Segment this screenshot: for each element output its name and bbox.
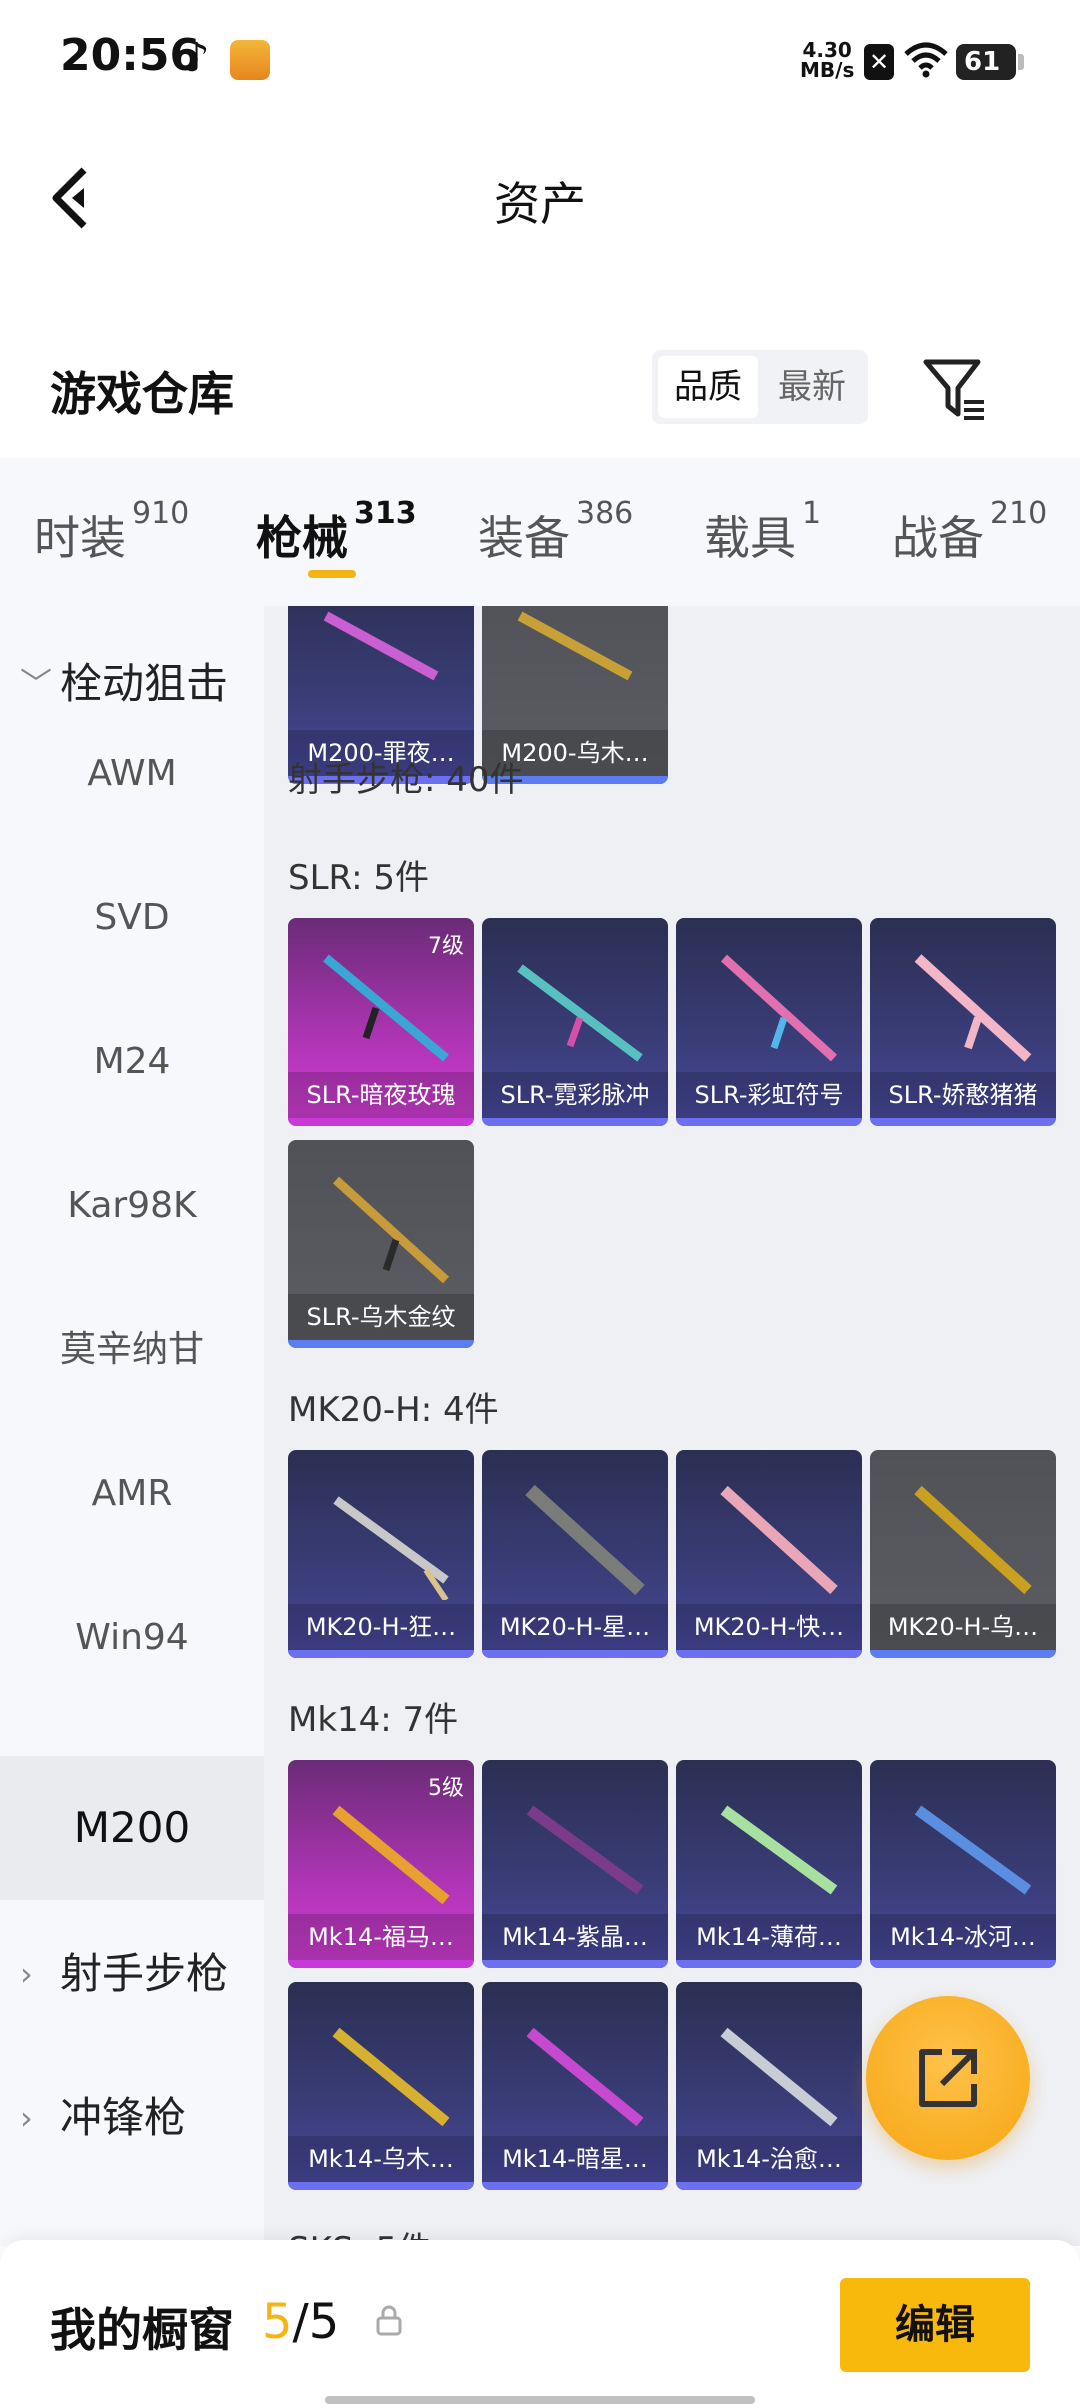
weapon-card-label: SLR-霓彩脉冲 xyxy=(482,1072,668,1118)
share-fab-button[interactable] xyxy=(866,1996,1030,2160)
weapon-card-label: Mk14-紫晶… xyxy=(482,1914,668,1960)
status-time: 20:56 xyxy=(60,30,201,81)
weapon-skin-image xyxy=(914,1485,1032,1595)
no-sim-icon: ✕ xyxy=(864,44,894,80)
weapon-card-label: MK20-H-星… xyxy=(482,1604,668,1650)
weapon-skin-image xyxy=(526,2027,644,2127)
weapon-card[interactable]: SLR-乌木金纹 xyxy=(288,1140,474,1348)
sidebar-item-amr[interactable]: AMR xyxy=(0,1422,264,1566)
weapon-card[interactable]: 5级 Mk14-福马… xyxy=(288,1760,474,1968)
section-mk20: MK20-H: 4件 xyxy=(288,1390,499,1430)
section-mk14: Mk14: 7件 xyxy=(288,1700,459,1740)
filter-icon[interactable] xyxy=(920,356,990,426)
tiktok-icon: ♪ xyxy=(184,35,210,81)
weapon-card[interactable]: MK20-H-星… xyxy=(482,1450,668,1658)
weapon-skin-image xyxy=(720,2027,838,2127)
sidebar-group-dmr[interactable]: › 射手步枪 xyxy=(0,1944,264,2004)
sidebar-item-m200[interactable]: M200 xyxy=(0,1756,264,1900)
weapon-card-label: Mk14-乌木… xyxy=(288,2136,474,2182)
battery-indicator: 61 xyxy=(956,44,1024,80)
weapon-card-label: Mk14-治愈… xyxy=(676,2136,862,2182)
weapon-card[interactable]: Mk14-治愈… xyxy=(676,1982,862,2190)
weapon-card[interactable]: SLR-彩虹符号 xyxy=(676,918,862,1126)
sidebar-item-m24[interactable]: M24 xyxy=(0,990,264,1134)
chevron-right-icon: › xyxy=(20,2099,33,2137)
lock-icon xyxy=(376,2305,402,2336)
weapon-card[interactable]: MK20-H-狂… xyxy=(288,1450,474,1658)
weapon-card-label: MK20-H-狂… xyxy=(288,1604,474,1650)
sort-toggle: 品质 最新 xyxy=(652,350,868,424)
sort-quality-button[interactable]: 品质 xyxy=(658,356,758,418)
weapon-card-label: MK20-H-快… xyxy=(676,1604,862,1650)
tab-supplies[interactable]: 战备 210 xyxy=(892,496,1047,568)
tab-costume[interactable]: 时装 910 xyxy=(34,496,189,568)
weapon-card-label: Mk14-暗星… xyxy=(482,2136,668,2182)
weapon-card-label: MK20-H-乌… xyxy=(870,1604,1056,1650)
share-external-icon xyxy=(919,2049,977,2107)
showcase-count: 5/5 xyxy=(262,2294,340,2350)
weapon-skin-image xyxy=(914,954,1032,1062)
weapon-skin-image xyxy=(332,1176,450,1284)
edit-button[interactable]: 编辑 xyxy=(840,2278,1030,2372)
tab-guns[interactable]: 枪械 313 xyxy=(256,496,417,568)
weapon-card-label: Mk14-薄荷… xyxy=(676,1914,862,1960)
warehouse-title: 游戏仓库 xyxy=(50,367,234,421)
weapon-skin-image xyxy=(720,1485,838,1595)
sidebar-item-svd[interactable]: SVD xyxy=(0,846,264,990)
sidebar-item-kar98k[interactable]: Kar98K xyxy=(0,1134,264,1278)
weapon-card[interactable]: MK20-H-乌… xyxy=(870,1450,1056,1658)
weapon-skin-image xyxy=(332,1805,450,1905)
weapon-card-label: Mk14-冰河… xyxy=(870,1914,1056,1960)
active-tab-indicator xyxy=(308,570,356,578)
weapon-card[interactable]: Mk14-紫晶… xyxy=(482,1760,668,1968)
home-indicator xyxy=(325,2396,755,2404)
weapon-card[interactable]: SLR-娇憨猪猪 xyxy=(870,918,1056,1126)
weapon-card[interactable]: 7级 SLR-暗夜玫瑰 xyxy=(288,918,474,1126)
section-dmr-total: 射手步枪: 40件 xyxy=(288,760,524,800)
page-title: 资产 xyxy=(494,177,586,231)
weapon-card-label: SLR-娇憨猪猪 xyxy=(870,1072,1056,1118)
sidebar-item-win94[interactable]: Win94 xyxy=(0,1566,264,1710)
weapon-card[interactable]: Mk14-薄荷… xyxy=(676,1760,862,1968)
weapon-card[interactable]: MK20-H-快… xyxy=(676,1450,862,1658)
app-notification-icon xyxy=(230,40,270,80)
weapon-skin-image xyxy=(517,964,643,1062)
weapon-card-label: Mk14-福马… xyxy=(288,1914,474,1960)
chevron-right-icon: › xyxy=(20,1955,33,1993)
weapon-card[interactable]: Mk14-乌木… xyxy=(288,1982,474,2190)
weapon-skin-image xyxy=(323,954,449,1062)
sidebar-item-mosin[interactable]: 莫辛纳甘 xyxy=(0,1278,264,1422)
weapon-card[interactable]: Mk14-暗星… xyxy=(482,1982,668,2190)
section-slr: SLR: 5件 xyxy=(288,858,429,898)
weapon-skin-image xyxy=(526,1805,644,1895)
weapon-skin-image xyxy=(332,2027,450,2127)
category-tabs: 时装 910 枪械 313 装备 386 载具 1 战备 210 xyxy=(0,458,1080,606)
weapon-skin-image xyxy=(525,1484,645,1596)
sort-newest-button[interactable]: 最新 xyxy=(762,356,862,418)
weapon-type-sidebar: ﹀ 栓动狙击 AWM SVD M24 Kar98K 莫辛纳甘 AMR Win94… xyxy=(0,606,264,2246)
showcase-title: 我的橱窗 xyxy=(50,2303,234,2357)
wifi-icon xyxy=(904,42,948,78)
weapon-card-label: SLR-暗夜玫瑰 xyxy=(288,1072,474,1118)
tab-equipment[interactable]: 装备 386 xyxy=(478,496,633,568)
weapon-card-label: SLR-彩虹符号 xyxy=(676,1072,862,1118)
weapon-skin-image xyxy=(333,1496,449,1600)
weapon-skin-image xyxy=(323,611,439,681)
weapon-skin-image xyxy=(517,611,633,681)
network-speed: 4.30 MB/s xyxy=(800,38,855,82)
sidebar-group-smg[interactable]: › 冲锋枪 xyxy=(0,2088,264,2148)
weapon-skin-image xyxy=(720,1805,838,1895)
weapon-skin-image xyxy=(720,954,838,1062)
tab-vehicles[interactable]: 载具 1 xyxy=(704,496,821,568)
weapon-card-label: SLR-乌木金纹 xyxy=(288,1294,474,1340)
weapon-card[interactable]: Mk14-冰河… xyxy=(870,1760,1056,1968)
sidebar-item-awm[interactable]: AWM xyxy=(0,702,264,846)
weapon-card[interactable]: SLR-霓彩脉冲 xyxy=(482,918,668,1126)
weapon-skin-image xyxy=(914,1805,1032,1895)
status-bar: 20:56 ♪ 4.30 MB/s ✕ 61 xyxy=(0,0,1080,120)
